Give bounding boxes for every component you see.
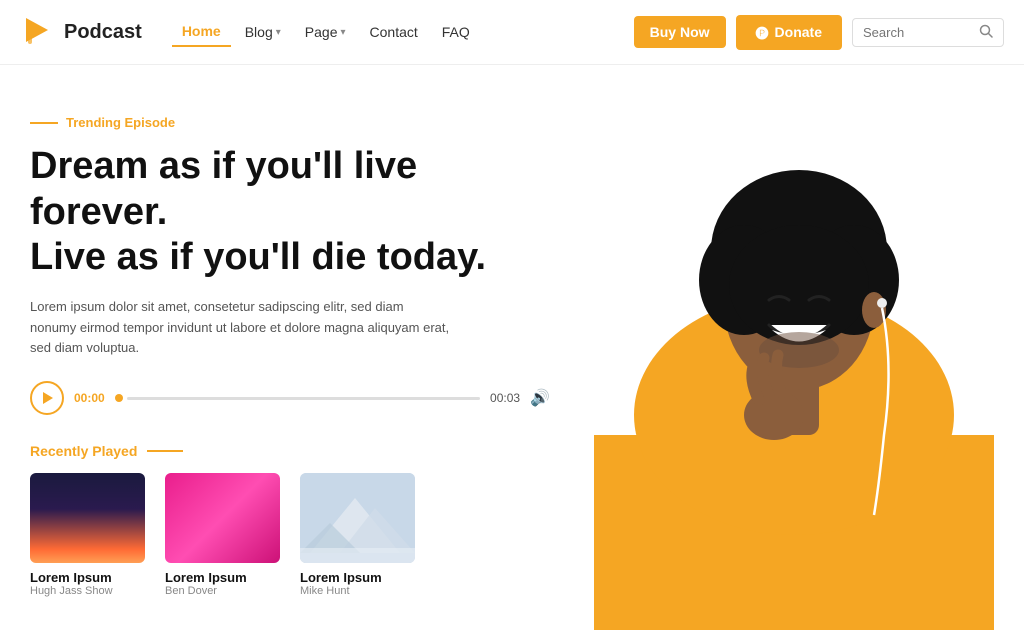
blog-chevron-icon: ▾ — [276, 27, 281, 38]
podcast-card-1[interactable]: Lorem Ipsum Hugh Jass Show — [30, 473, 145, 597]
buy-now-button[interactable]: Buy Now — [634, 16, 726, 48]
trending-line — [30, 122, 58, 124]
nav-item-faq[interactable]: FAQ — [432, 18, 480, 46]
card-thumb-2 — [165, 473, 280, 563]
card-author-1: Hugh Jass Show — [30, 585, 145, 597]
search-icon — [979, 24, 993, 38]
trending-label: Trending Episode — [30, 115, 550, 130]
thumb-night-image — [30, 473, 145, 563]
progress-dot — [115, 394, 123, 402]
podcast-cards: Lorem Ipsum Hugh Jass Show Lorem Ipsum B… — [30, 473, 550, 597]
page-chevron-icon: ▾ — [340, 27, 345, 38]
mountain-svg — [300, 473, 415, 563]
thumb-pink-image — [165, 473, 280, 563]
card-title-1: Lorem Ipsum — [30, 570, 145, 585]
podcast-logo-icon — [20, 14, 56, 50]
play-icon — [43, 392, 53, 404]
paypal-icon: 🅟 — [756, 23, 769, 42]
recently-played-label: Recently Played — [30, 443, 550, 459]
nav-item-home[interactable]: Home — [172, 17, 231, 47]
navbar: Podcast Home Blog ▾ Page ▾ Contact FAQ B… — [0, 0, 1024, 65]
search-button[interactable] — [979, 24, 993, 41]
logo-text: Podcast — [64, 21, 142, 44]
card-thumb-1 — [30, 473, 145, 563]
logo[interactable]: Podcast — [20, 14, 142, 50]
progress-bar[interactable] — [115, 394, 480, 402]
nav-item-page[interactable]: Page ▾ — [295, 18, 356, 46]
thumb-mountain-image — [300, 473, 415, 563]
card-author-3: Mike Hunt — [300, 585, 415, 597]
time-start: 00:00 — [74, 391, 105, 405]
card-author-2: Ben Dover — [165, 585, 280, 597]
donate-button[interactable]: 🅟 Donate — [736, 15, 842, 50]
audio-player: 00:00 00:03 🔊 — [30, 381, 550, 415]
podcast-card-3[interactable]: Lorem Ipsum Mike Hunt — [300, 473, 415, 597]
hero-description: Lorem ipsum dolor sit amet, consetetur s… — [30, 297, 450, 359]
hero-content: Trending Episode Dream as if you'll live… — [30, 105, 550, 610]
play-button[interactable] — [30, 381, 64, 415]
hero-image — [534, 65, 1024, 630]
nav-item-blog[interactable]: Blog ▾ — [235, 18, 291, 46]
podcast-card-2[interactable]: Lorem Ipsum Ben Dover — [165, 473, 280, 597]
card-thumb-3 — [300, 473, 415, 563]
hero-section: Trending Episode Dream as if you'll live… — [0, 65, 1024, 630]
recently-played-line — [147, 450, 183, 452]
nav-item-contact[interactable]: Contact — [360, 18, 428, 46]
search-input[interactable] — [863, 25, 973, 40]
time-end: 00:03 — [490, 391, 520, 405]
nav-links: Home Blog ▾ Page ▾ Contact FAQ — [172, 17, 624, 47]
search-box — [852, 18, 1004, 47]
card-title-2: Lorem Ipsum — [165, 570, 280, 585]
hero-person-illustration — [544, 85, 1014, 630]
hero-title: Dream as if you'll live forever. Live as… — [30, 144, 550, 281]
progress-track — [127, 397, 480, 400]
card-title-3: Lorem Ipsum — [300, 570, 415, 585]
